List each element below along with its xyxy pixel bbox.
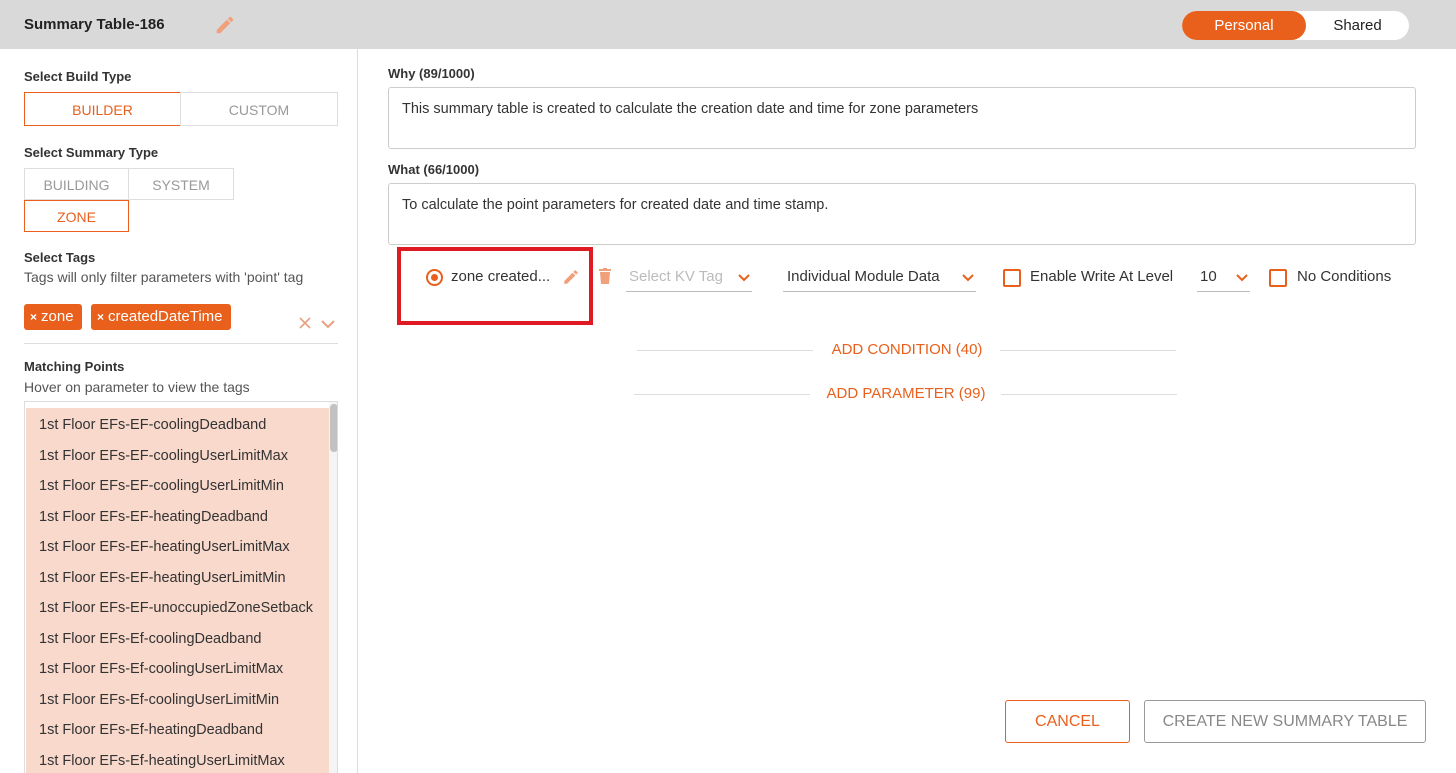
tag-chip-createddatetime[interactable]: × createdDateTime [91,304,231,330]
what-textarea[interactable]: To calculate the point parameters for cr… [388,183,1416,245]
chevron-down-icon [1236,274,1248,282]
matching-points-list[interactable]: 1st Floor EFs-EF-coolingDeadband 1st Flo… [24,401,338,773]
summary-type-building-button[interactable]: BUILDING [24,168,129,200]
points-scrollbar[interactable] [329,402,337,773]
close-icon[interactable]: × [97,310,104,324]
scrollbar-thumb[interactable] [330,404,337,452]
kv-tag-select[interactable]: Select KV Tag [626,266,752,292]
list-item[interactable]: 1st Floor EFs-Ef-coolingUserLimitMax [26,654,329,685]
toggle-shared[interactable]: Shared [1306,11,1409,40]
list-item[interactable]: 1st Floor EFs-EF-heatingUserLimitMin [26,563,329,594]
enable-write-checkbox[interactable] [1003,269,1021,287]
why-textarea[interactable]: This summary table is created to calcula… [388,87,1416,149]
tags-label: Select Tags [24,250,96,265]
matching-points-label: Matching Points [24,359,125,374]
trash-icon[interactable] [598,268,612,285]
toggle-personal[interactable]: Personal [1182,11,1306,40]
summary-type-zone-button[interactable]: ZONE [24,200,129,232]
pencil-icon[interactable] [214,14,236,36]
write-level-select[interactable]: 10 [1197,266,1250,292]
list-item[interactable]: 1st Floor EFs-Ef-coolingUserLimitMin [26,685,329,716]
divider [634,394,810,395]
parameter-radio[interactable] [426,269,443,286]
list-item[interactable]: 1st Floor EFs-EF-unoccupiedZoneSetback [26,593,329,624]
header-bar: Summary Table-186 Personal Shared [0,0,1456,49]
matching-points-hint: Hover on parameter to view the tags [24,379,250,395]
no-conditions-checkbox[interactable] [1269,269,1287,287]
build-type-custom-button[interactable]: CUSTOM [180,92,338,126]
add-condition-link[interactable]: ADD CONDITION (40) [818,341,996,358]
clear-tags-icon[interactable] [298,316,312,330]
page-title: Summary Table-186 [24,16,165,33]
no-conditions-label: No Conditions [1297,268,1392,285]
list-item[interactable]: 1st Floor EFs-EF-heatingUserLimitMax [26,532,329,563]
divider [1000,350,1176,351]
pencil-icon[interactable] [562,268,580,286]
list-item[interactable]: 1st Floor EFs-EF-coolingUserLimitMax [26,441,329,472]
list-item[interactable]: 1st Floor EFs-EF-coolingDeadband [26,410,329,441]
divider [637,350,813,351]
highlight-box [397,247,593,325]
chevron-down-icon [962,274,974,282]
summary-type-system-button[interactable]: SYSTEM [128,168,234,200]
tags-underline [24,343,338,344]
kv-tag-placeholder: Select KV Tag [629,268,723,285]
list-item[interactable]: 1st Floor EFs-Ef-heatingUserLimitMax [26,746,329,773]
data-mode-value: Individual Module Data [787,268,940,285]
write-level-value: 10 [1200,268,1217,285]
create-summary-table-button[interactable]: CREATE NEW SUMMARY TABLE [1144,700,1426,743]
left-panel: Select Build Type BUILDER CUSTOM Select … [0,49,358,773]
close-icon[interactable]: × [30,310,37,324]
tag-chip-zone[interactable]: × zone [24,304,82,330]
list-item[interactable]: 1st Floor EFs-EF-heatingDeadband [26,502,329,533]
why-label: Why (89/1000) [388,66,475,81]
chevron-down-icon [738,274,750,282]
build-type-builder-button[interactable]: BUILDER [24,92,181,126]
chevron-down-icon[interactable] [320,319,336,329]
list-item[interactable]: 1st Floor EFs-Ef-heatingDeadband [26,715,329,746]
what-label: What (66/1000) [388,162,480,177]
summary-type-label: Select Summary Type [24,145,159,160]
add-parameter-link[interactable]: ADD PARAMETER (99) [815,385,997,402]
divider [1001,394,1177,395]
list-item[interactable]: 1st Floor EFs-EF-coolingUserLimitMin [26,471,329,502]
list-item[interactable]: 1st Floor EFs-Ef-coolingDeadband [26,624,329,655]
cancel-button[interactable]: CANCEL [1005,700,1130,743]
personal-shared-toggle[interactable]: Personal Shared [1182,11,1409,40]
build-type-label: Select Build Type [24,69,132,84]
tags-hint: Tags will only filter parameters with 'p… [24,269,304,285]
enable-write-label: Enable Write At Level [1030,268,1174,285]
data-mode-select[interactable]: Individual Module Data [783,266,976,292]
parameter-name: zone created... [451,268,551,285]
points-list-body: 1st Floor EFs-EF-coolingDeadband 1st Flo… [26,408,329,773]
